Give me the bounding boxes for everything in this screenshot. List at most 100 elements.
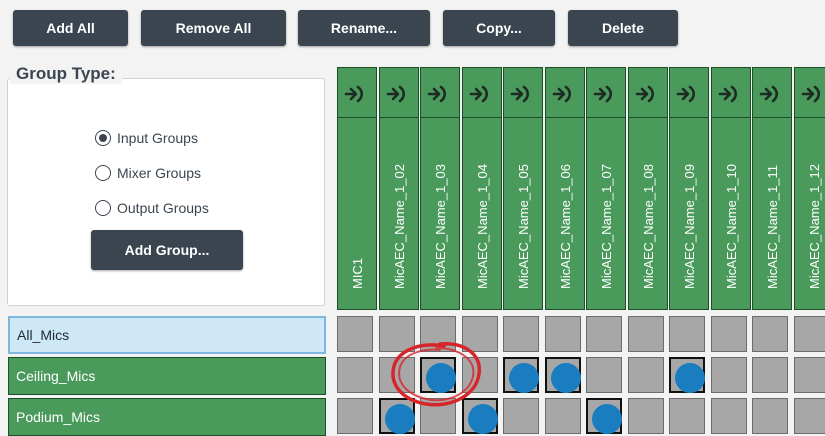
- radio-unselected-icon[interactable]: [95, 200, 111, 216]
- column-header[interactable]: MicAEC_Name_1_02: [379, 67, 419, 310]
- matrix-cell[interactable]: [462, 398, 498, 434]
- assigned-dot-icon: [468, 404, 498, 434]
- matrix-cell[interactable]: [420, 398, 456, 434]
- matrix-cell[interactable]: [752, 357, 788, 393]
- matrix-cell[interactable]: [586, 357, 622, 393]
- matrix-cell[interactable]: [379, 357, 415, 393]
- matrix-cell[interactable]: [711, 398, 747, 434]
- radio-unselected-icon[interactable]: [95, 165, 111, 181]
- radio-output-groups[interactable]: Output Groups: [95, 197, 209, 219]
- matrix-cell[interactable]: [752, 398, 788, 434]
- matrix-cell[interactable]: [545, 316, 581, 352]
- input-arrow-icon: [380, 82, 418, 106]
- input-arrow-icon: [338, 82, 376, 106]
- matrix-cell[interactable]: [545, 398, 581, 434]
- column-header[interactable]: MicAEC_Name_1_09: [669, 67, 709, 310]
- delete-button[interactable]: Delete: [568, 10, 678, 46]
- radio-label: Output Groups: [117, 200, 209, 216]
- matrix-cell[interactable]: [752, 316, 788, 352]
- matrix-cell[interactable]: [337, 357, 373, 393]
- matrix-cell[interactable]: [711, 357, 747, 393]
- radio-selected-icon[interactable]: [95, 130, 111, 146]
- radio-label: Mixer Groups: [117, 165, 202, 181]
- matrix-cell[interactable]: [503, 357, 539, 393]
- column-label: MicAEC_Name_1_03: [433, 163, 448, 289]
- matrix-cell[interactable]: [628, 398, 664, 434]
- column-header[interactable]: MicAEC_Name_1_08: [628, 67, 668, 310]
- matrix-cell[interactable]: [794, 398, 825, 434]
- assigned-dot-icon: [385, 404, 415, 434]
- input-arrow-icon: [463, 82, 501, 106]
- group-type-panel: [7, 78, 325, 306]
- matrix-cell[interactable]: [337, 316, 373, 352]
- column-label: MicAEC_Name_1_07: [599, 163, 614, 289]
- column-header[interactable]: MicAEC_Name_1_12: [794, 67, 825, 310]
- column-header[interactable]: MicAEC_Name_1_07: [586, 67, 626, 310]
- column-label: MicAEC_Name_1_06: [558, 163, 573, 289]
- radio-label: Input Groups: [117, 130, 198, 146]
- matrix-cell[interactable]: [337, 398, 373, 434]
- matrix-cell[interactable]: [711, 316, 747, 352]
- group-row-ceiling-mics[interactable]: Ceiling_Mics: [8, 357, 326, 395]
- matrix-cell[interactable]: [379, 316, 415, 352]
- matrix-cell[interactable]: [503, 398, 539, 434]
- matrix-cell[interactable]: [503, 316, 539, 352]
- radio-mixer-groups[interactable]: Mixer Groups: [95, 162, 201, 184]
- column-label: MicAEC_Name_1_10: [724, 163, 739, 289]
- input-arrow-icon: [504, 82, 542, 106]
- column-header[interactable]: MicAEC_Name_1_06: [545, 67, 585, 310]
- column-label: MicAEC_Name_1_02: [392, 163, 407, 289]
- input-arrow-icon: [753, 82, 791, 106]
- copy-button[interactable]: Copy...: [443, 10, 555, 46]
- matrix-cell[interactable]: [420, 316, 456, 352]
- matrix-cell[interactable]: [794, 316, 825, 352]
- toolbar: Add All Remove All Rename... Copy... Del…: [0, 0, 825, 55]
- input-arrow-icon: [546, 82, 584, 106]
- assigned-dot-icon: [426, 363, 456, 393]
- matrix-cell[interactable]: [586, 316, 622, 352]
- column-header[interactable]: MicAEC_Name_1_04: [462, 67, 502, 310]
- matrix-cell[interactable]: [462, 316, 498, 352]
- group-type-title: Group Type:: [10, 64, 122, 84]
- input-arrow-icon: [670, 82, 708, 106]
- input-arrow-icon: [421, 82, 459, 106]
- column-header[interactable]: MicAEC_Name_1_11: [752, 67, 792, 310]
- column-label: MicAEC_Name_1_05: [516, 163, 531, 289]
- assigned-dot-icon: [551, 363, 581, 393]
- input-arrow-icon: [629, 82, 667, 106]
- matrix-cell[interactable]: [628, 357, 664, 393]
- matrix-cell[interactable]: [420, 357, 456, 393]
- column-label: MicAEC_Name_1_11: [765, 164, 780, 289]
- column-header[interactable]: MIC1: [337, 67, 377, 310]
- matrix-cell[interactable]: [794, 357, 825, 393]
- column-header[interactable]: MicAEC_Name_1_03: [420, 67, 460, 310]
- matrix-cell[interactable]: [586, 398, 622, 434]
- radio-input-groups[interactable]: Input Groups: [95, 127, 198, 149]
- rename-button[interactable]: Rename...: [298, 10, 430, 46]
- matrix-cell[interactable]: [669, 316, 705, 352]
- matrix-cell[interactable]: [545, 357, 581, 393]
- column-header[interactable]: MicAEC_Name_1_10: [711, 67, 751, 310]
- column-label: MicAEC_Name_1_08: [641, 163, 656, 289]
- group-row-podium-mics[interactable]: Podium_Mics: [8, 398, 326, 436]
- column-label: MicAEC_Name_1_09: [682, 163, 697, 289]
- matrix-cell[interactable]: [462, 357, 498, 393]
- assigned-dot-icon: [509, 363, 539, 393]
- matrix-cell[interactable]: [628, 316, 664, 352]
- assigned-dot-icon: [592, 404, 622, 434]
- add-group-button[interactable]: Add Group...: [91, 230, 243, 270]
- input-arrow-icon: [587, 82, 625, 106]
- column-label: MicAEC_Name_1_04: [475, 163, 490, 289]
- column-header[interactable]: MicAEC_Name_1_05: [503, 67, 543, 310]
- group-row-all-mics[interactable]: All_Mics: [8, 316, 326, 354]
- matrix-cell[interactable]: [669, 398, 705, 434]
- input-arrow-icon: [712, 82, 750, 106]
- assigned-dot-icon: [675, 363, 705, 393]
- column-label: MIC1: [350, 257, 365, 289]
- column-label: MicAEC_Name_1_12: [807, 163, 822, 289]
- matrix-cell[interactable]: [379, 398, 415, 434]
- input-arrow-icon: [795, 82, 825, 106]
- remove-all-button[interactable]: Remove All: [141, 10, 286, 46]
- matrix-cell[interactable]: [669, 357, 705, 393]
- add-all-button[interactable]: Add All: [13, 10, 128, 46]
